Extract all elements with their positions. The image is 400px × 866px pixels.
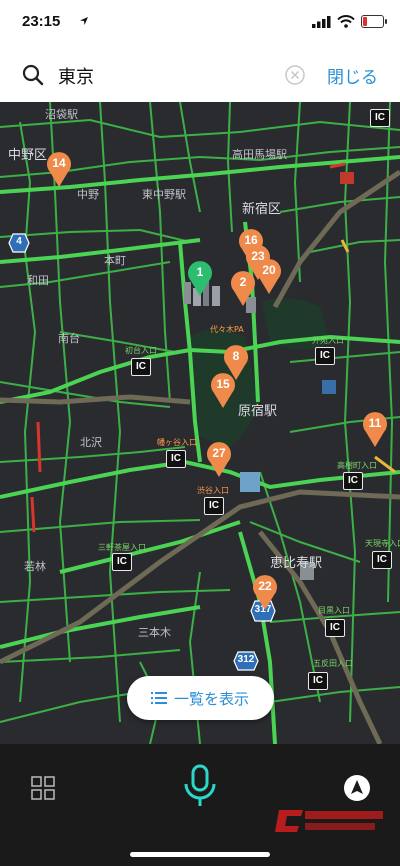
search-input[interactable]: 東京 bbox=[58, 63, 94, 89]
show-list-label: 一覧を表示 bbox=[174, 690, 250, 708]
map-label: 本町 bbox=[104, 254, 126, 267]
battery-tip bbox=[385, 19, 387, 24]
map-label: 初台入口 bbox=[125, 346, 157, 355]
microphone-icon[interactable] bbox=[182, 764, 218, 810]
ic-badge: IC bbox=[112, 553, 132, 571]
ic-badge: IC bbox=[308, 672, 328, 690]
map-label: 三軒茶屋入口 bbox=[98, 543, 146, 552]
map-label: 三本木 bbox=[138, 626, 171, 639]
map-pin[interactable]: 11 bbox=[361, 410, 389, 448]
ic-badge: IC bbox=[372, 551, 392, 569]
map-label: 沼袋駅 bbox=[45, 108, 78, 121]
map-label: 代々木PA bbox=[210, 325, 244, 334]
map-label: 外苑入口 bbox=[312, 336, 344, 345]
map-label: 幡ヶ谷入口 bbox=[157, 438, 197, 447]
watermark-logo bbox=[275, 810, 383, 832]
route-shield: 312 bbox=[233, 651, 259, 671]
location-arrow-icon bbox=[80, 17, 88, 25]
map-pin[interactable]: 2 bbox=[229, 269, 257, 307]
map-label: 新宿区 bbox=[242, 202, 282, 217]
ic-badge: IC bbox=[315, 347, 335, 365]
bottom-toolbar bbox=[0, 744, 400, 866]
clear-icon[interactable] bbox=[285, 65, 305, 85]
map-label: 高樹町入口 bbox=[337, 461, 377, 470]
map-pin[interactable]: 20 bbox=[255, 257, 283, 295]
map-label: 東中野駅 bbox=[142, 188, 186, 201]
ic-badge: IC bbox=[370, 109, 390, 127]
ic-badge: IC bbox=[325, 619, 345, 637]
map-label: 天現寺入口 bbox=[365, 539, 400, 548]
battery-icon bbox=[361, 15, 384, 28]
map-label: 中野区 bbox=[8, 148, 48, 163]
close-button[interactable]: 閉じる bbox=[327, 63, 378, 88]
search-icon bbox=[22, 64, 44, 86]
home-indicator bbox=[130, 852, 270, 857]
map-label: 恵比寿駅 bbox=[270, 556, 323, 571]
map-label: 渋谷入口 bbox=[197, 486, 229, 495]
map-pin[interactable]: 22 bbox=[251, 573, 279, 611]
ic-badge: IC bbox=[166, 450, 186, 468]
map-pin[interactable]: 14 bbox=[45, 150, 73, 188]
map-label: 五反田入口 bbox=[313, 659, 353, 668]
compass-icon[interactable] bbox=[343, 774, 371, 802]
map-pin[interactable]: 27 bbox=[205, 440, 233, 478]
status-bar: 23:15 bbox=[0, 0, 400, 48]
road-network bbox=[0, 102, 400, 744]
ic-badge: IC bbox=[204, 497, 224, 515]
wifi-icon bbox=[337, 15, 355, 28]
ic-badge: IC bbox=[131, 358, 151, 376]
ic-badge: IC bbox=[343, 472, 363, 490]
map-label: 中野 bbox=[77, 188, 99, 201]
show-list-button[interactable]: 一覧を表示 bbox=[127, 676, 274, 720]
grid-icon[interactable] bbox=[31, 776, 55, 800]
map-label: 和田 bbox=[27, 274, 49, 287]
list-icon bbox=[151, 692, 167, 704]
search-bar: 東京 閉じる bbox=[0, 48, 400, 102]
map-pin-selected[interactable]: 1 bbox=[186, 259, 214, 297]
map-label: 高田馬場駅 bbox=[232, 148, 287, 161]
map-label: 目黒入口 bbox=[318, 606, 350, 615]
cellular-signal-icon bbox=[312, 16, 331, 28]
map-view[interactable]: 沼袋駅 中野区 高田馬場駅 東中野駅 新宿区 中野 本町 和田 南台 初台入口 … bbox=[0, 102, 400, 744]
map-label: 南台 bbox=[58, 332, 80, 345]
map-pin[interactable]: 15 bbox=[209, 371, 237, 409]
map-label: 原宿駅 bbox=[238, 404, 278, 419]
route-shield: 4 bbox=[8, 233, 30, 253]
map-label: 若林 bbox=[24, 560, 46, 573]
status-time: 23:15 bbox=[22, 13, 61, 30]
map-label: 北沢 bbox=[80, 436, 102, 449]
